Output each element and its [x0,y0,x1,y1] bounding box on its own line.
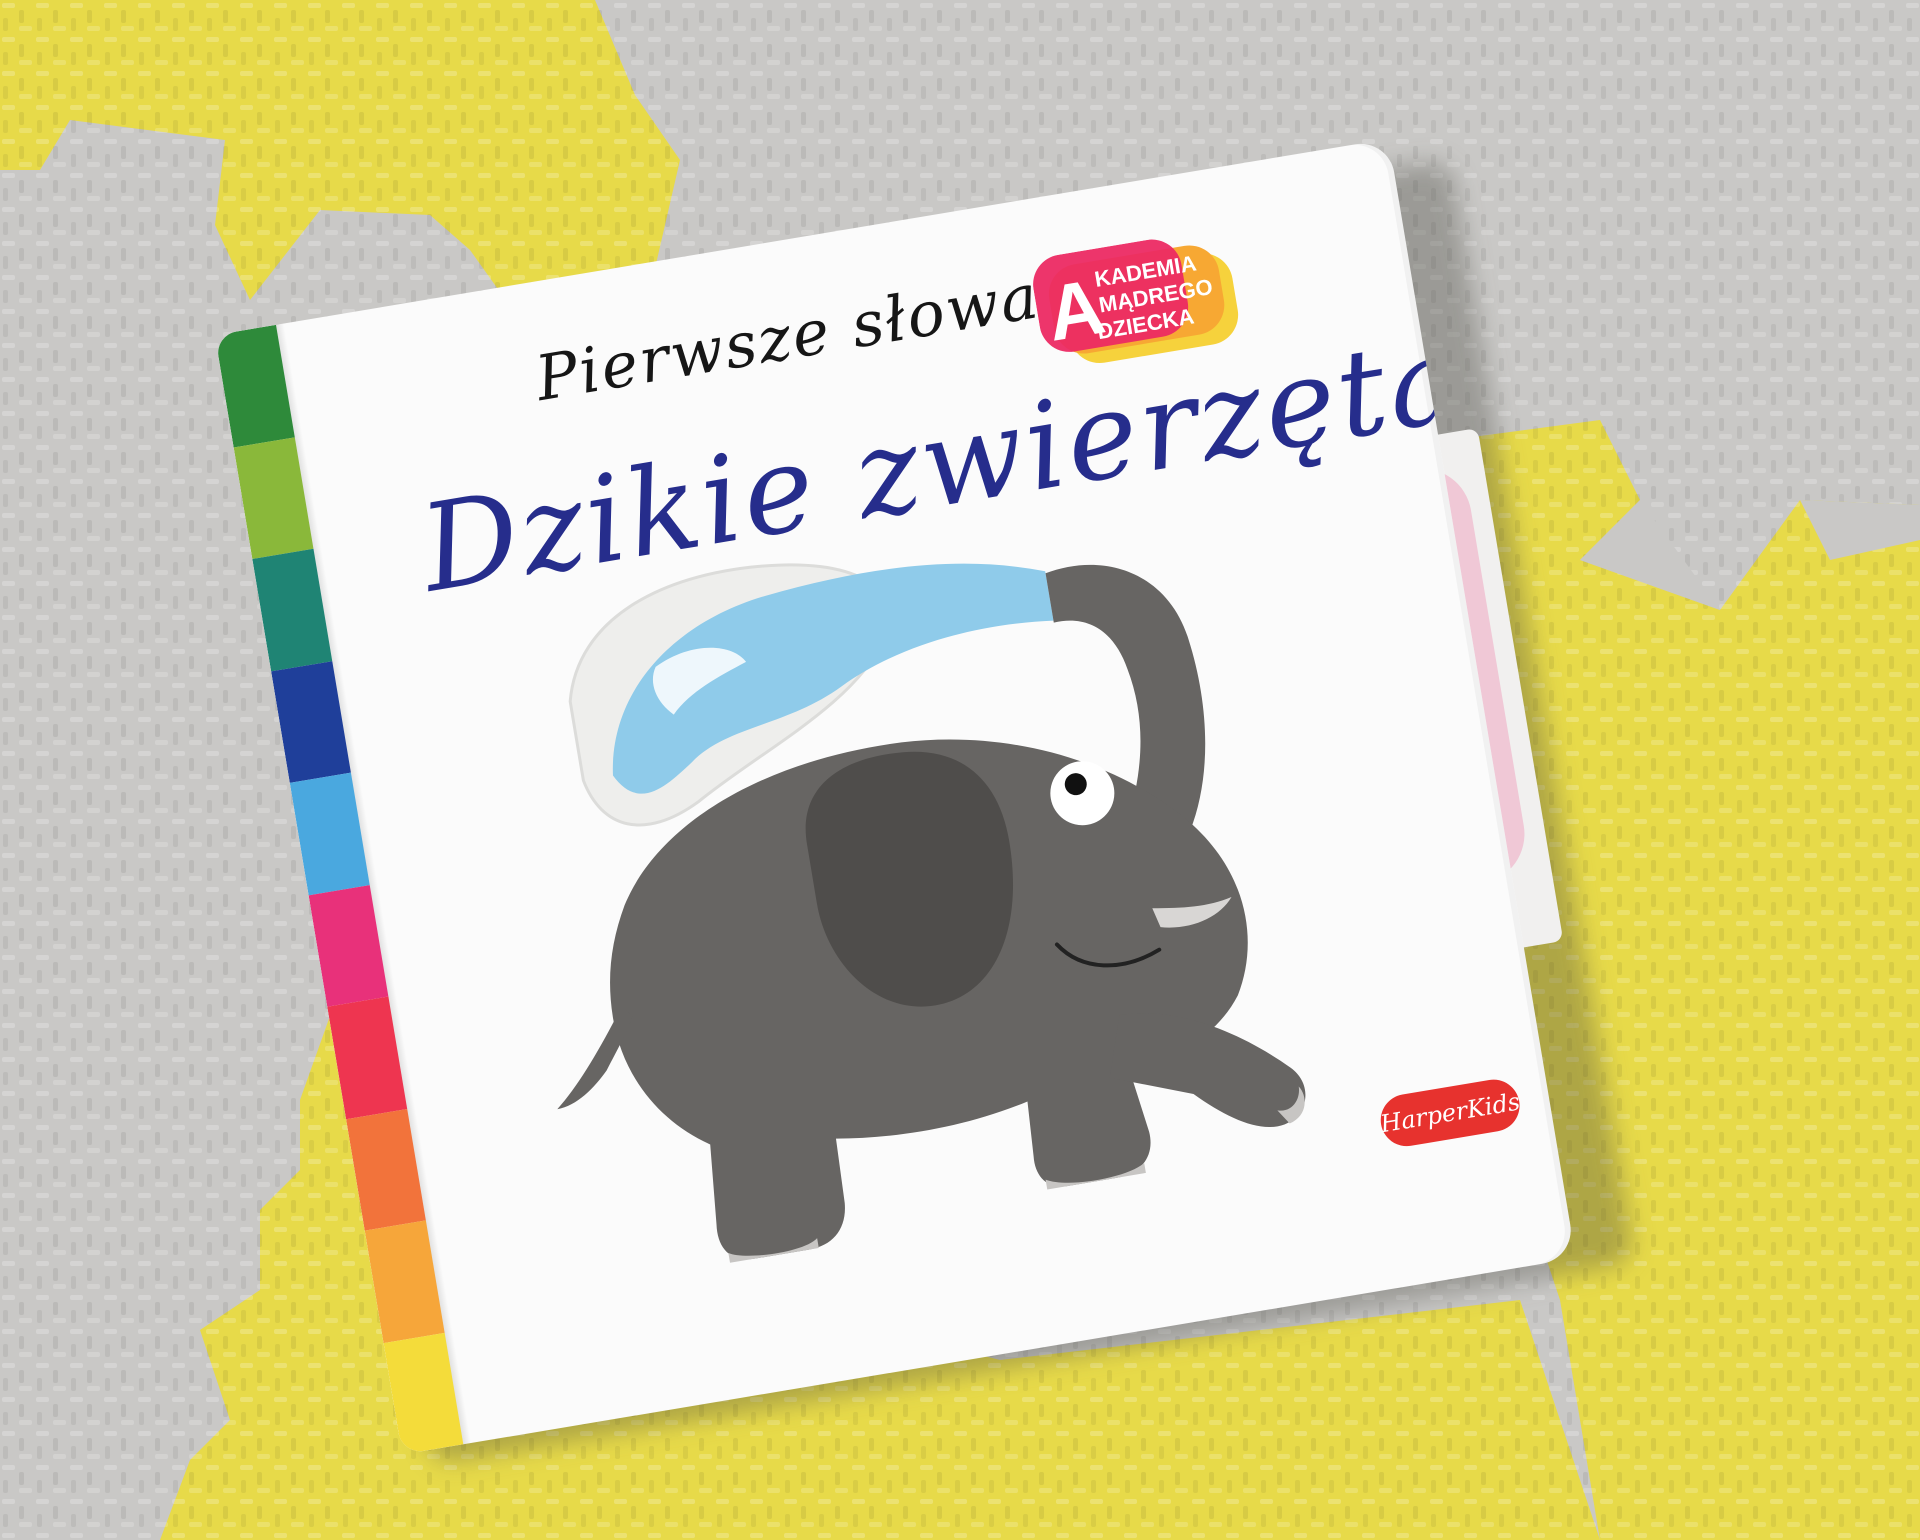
publisher-badge: HarperKids [1376,1075,1524,1151]
elephant-illustration [557,563,1306,1263]
photo-scene: Pierwsze słowa Dzikie zwierzęta A KADEMI… [0,0,1920,1540]
book-cover: Pierwsze słowa Dzikie zwierzęta A KADEMI… [214,138,1576,1455]
board-book: Pierwsze słowa Dzikie zwierzęta A KADEMI… [214,130,1636,1466]
publisher-label: HarperKids [1378,1087,1523,1139]
